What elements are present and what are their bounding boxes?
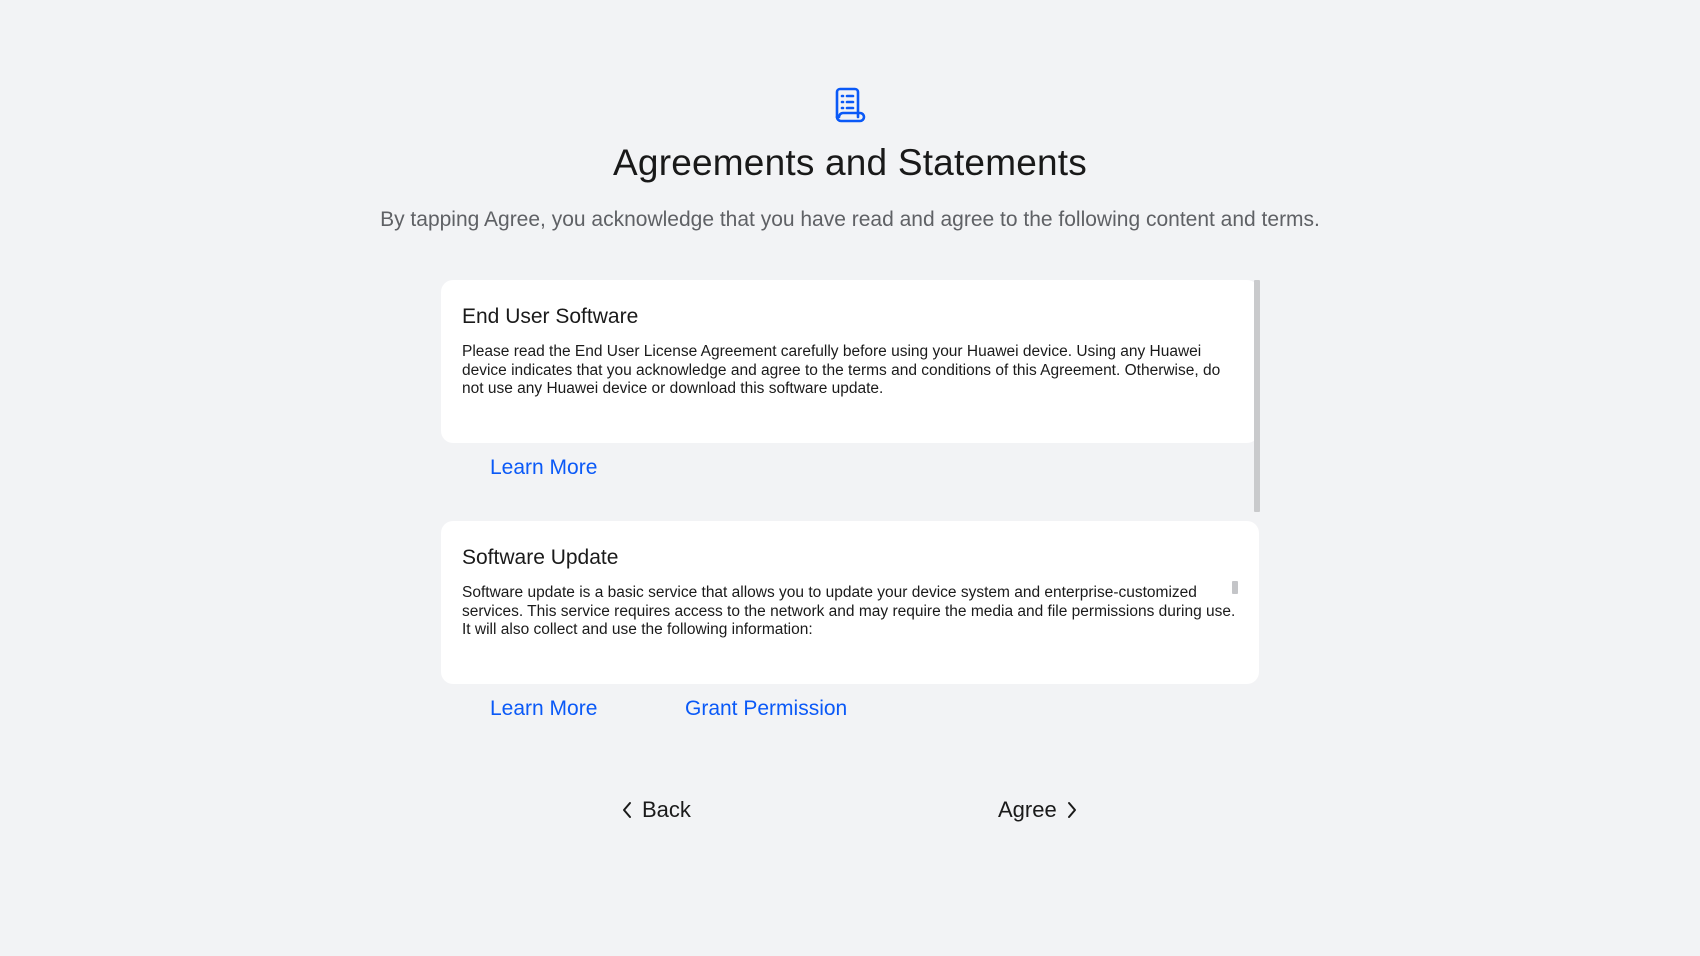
learn-more-link-end-user-software[interactable]: Learn More xyxy=(490,456,597,480)
chevron-left-icon xyxy=(623,802,631,818)
agreement-card-end-user-software: End User Software Please read the End Us… xyxy=(441,280,1259,443)
agreement-body: Software update is a basic service that … xyxy=(462,584,1236,638)
agreement-card-software-update[interactable]: Software Update Software update is a bas… xyxy=(441,521,1259,684)
learn-more-link-software-update[interactable]: Learn More xyxy=(490,697,597,721)
card-scrollbar[interactable] xyxy=(1232,581,1238,594)
agree-button[interactable]: Agree xyxy=(998,797,1079,823)
back-button[interactable]: Back xyxy=(620,797,691,823)
agreement-body: Please read the End User License Agreeme… xyxy=(462,343,1221,397)
list-scrollbar[interactable] xyxy=(1254,280,1260,512)
agreement-title: Software Update xyxy=(462,546,619,569)
agreement-title: End User Software xyxy=(462,305,639,328)
page-title: Agreements and Statements xyxy=(613,142,1087,183)
page-subtitle: By tapping Agree, you acknowledge that y… xyxy=(380,208,1320,231)
grant-permission-link[interactable]: Grant Permission xyxy=(685,697,847,721)
document-list-icon xyxy=(835,87,866,123)
agree-button-label: Agree xyxy=(998,797,1057,822)
agreements-list[interactable]: End User Software Please read the End Us… xyxy=(441,280,1261,740)
chevron-right-icon xyxy=(1067,802,1076,818)
back-button-label: Back xyxy=(642,797,691,822)
